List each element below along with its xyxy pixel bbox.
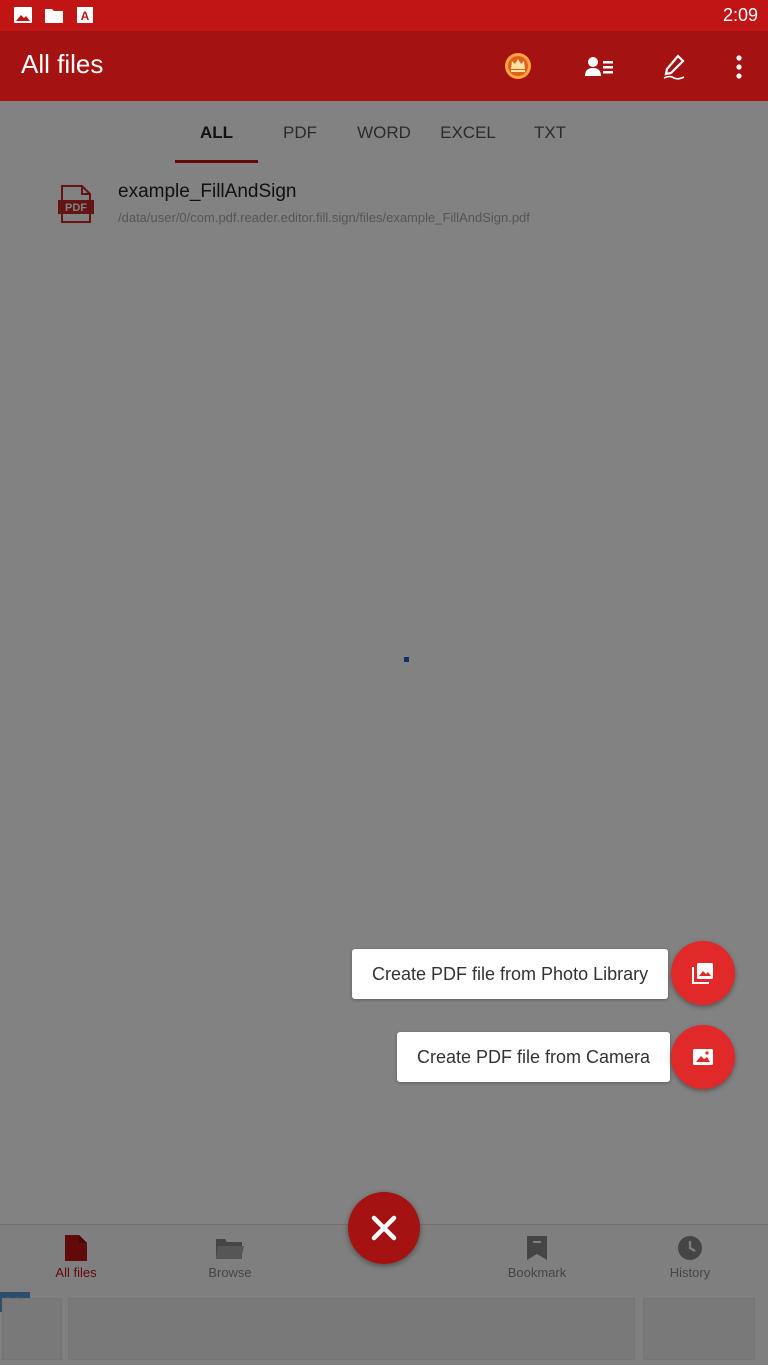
svg-text:A: A — [81, 9, 90, 23]
status-bar: A 2:09 — [0, 0, 768, 31]
app-toolbar: All files — [0, 31, 768, 101]
more-vert-icon[interactable] — [724, 52, 754, 82]
photo-library-button[interactable] — [671, 941, 735, 1005]
camera-button[interactable] — [671, 1025, 735, 1089]
image-icon — [14, 7, 32, 23]
clock: 2:09 — [722, 5, 758, 25]
close-fab-button[interactable] — [348, 1192, 420, 1264]
contact-list-icon[interactable] — [584, 52, 614, 82]
photo-library-label[interactable]: Create PDF file from Photo Library — [352, 949, 669, 999]
app-a-icon: A — [77, 7, 93, 23]
page-title: All files — [21, 49, 104, 79]
crown-premium-icon[interactable] — [503, 51, 533, 81]
close-icon — [371, 1215, 397, 1241]
dim-overlay[interactable] — [0, 101, 768, 1365]
sign-pen-icon[interactable] — [660, 52, 690, 82]
folder-icon — [45, 9, 63, 23]
camera-label[interactable]: Create PDF file from Camera — [397, 1032, 671, 1082]
image-icon — [693, 1049, 713, 1065]
photo-library-icon — [692, 963, 713, 984]
